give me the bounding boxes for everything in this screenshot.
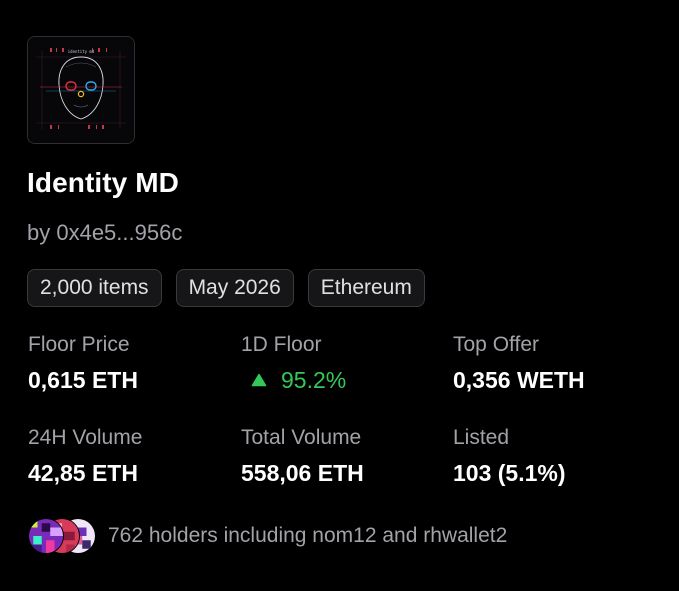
one-day-floor-stat: 1D Floor 95.2% [241, 332, 346, 394]
holders-summary[interactable]: 762 holders including nom12 and rhwallet… [28, 518, 507, 554]
identity-face-artwork: identity md [28, 37, 134, 143]
volume-24h-stat: 24H Volume 42,85 ETH [28, 425, 142, 487]
collection-thumbnail[interactable]: identity md [27, 36, 135, 144]
top-offer-value: 0,356 WETH [453, 367, 585, 393]
one-day-floor-label: 1D Floor [241, 333, 322, 356]
collection-tags: 2,000 items May 2026 Ethereum [27, 269, 425, 307]
top-offer-stat: Top Offer 0,356 WETH [453, 332, 585, 394]
creator-link[interactable]: by 0x4e5...956c [27, 220, 182, 246]
triangle-up-icon [251, 373, 267, 387]
svg-text:identity md: identity md [68, 49, 95, 54]
floor-price-label: Floor Price [28, 333, 130, 356]
chain-chip[interactable]: Ethereum [307, 269, 425, 307]
total-volume-stat: Total Volume 558,06 ETH [241, 425, 364, 487]
volume-24h-label: 24H Volume [28, 426, 143, 449]
total-volume-value: 558,06 ETH [241, 460, 364, 486]
holder-avatars [28, 518, 96, 554]
listed-value: 103 (5.1%) [453, 460, 566, 486]
floor-price-value: 0,615 ETH [28, 367, 138, 393]
listed-stat: Listed 103 (5.1%) [453, 425, 566, 487]
collection-title: Identity MD [27, 167, 179, 198]
holder-avatar [28, 518, 64, 554]
listed-label: Listed [453, 426, 510, 449]
one-day-floor-value: 95.2% [281, 367, 347, 393]
holders-text: 762 holders including nom12 and rhwallet… [108, 524, 508, 547]
items-count-chip[interactable]: 2,000 items [27, 269, 162, 307]
created-date-chip[interactable]: May 2026 [175, 269, 294, 307]
top-offer-label: Top Offer [453, 333, 539, 356]
floor-price-stat: Floor Price 0,615 ETH [28, 332, 138, 394]
volume-24h-value: 42,85 ETH [28, 460, 138, 486]
one-day-floor-change: 95.2% [241, 366, 346, 394]
total-volume-label: Total Volume [241, 426, 362, 449]
